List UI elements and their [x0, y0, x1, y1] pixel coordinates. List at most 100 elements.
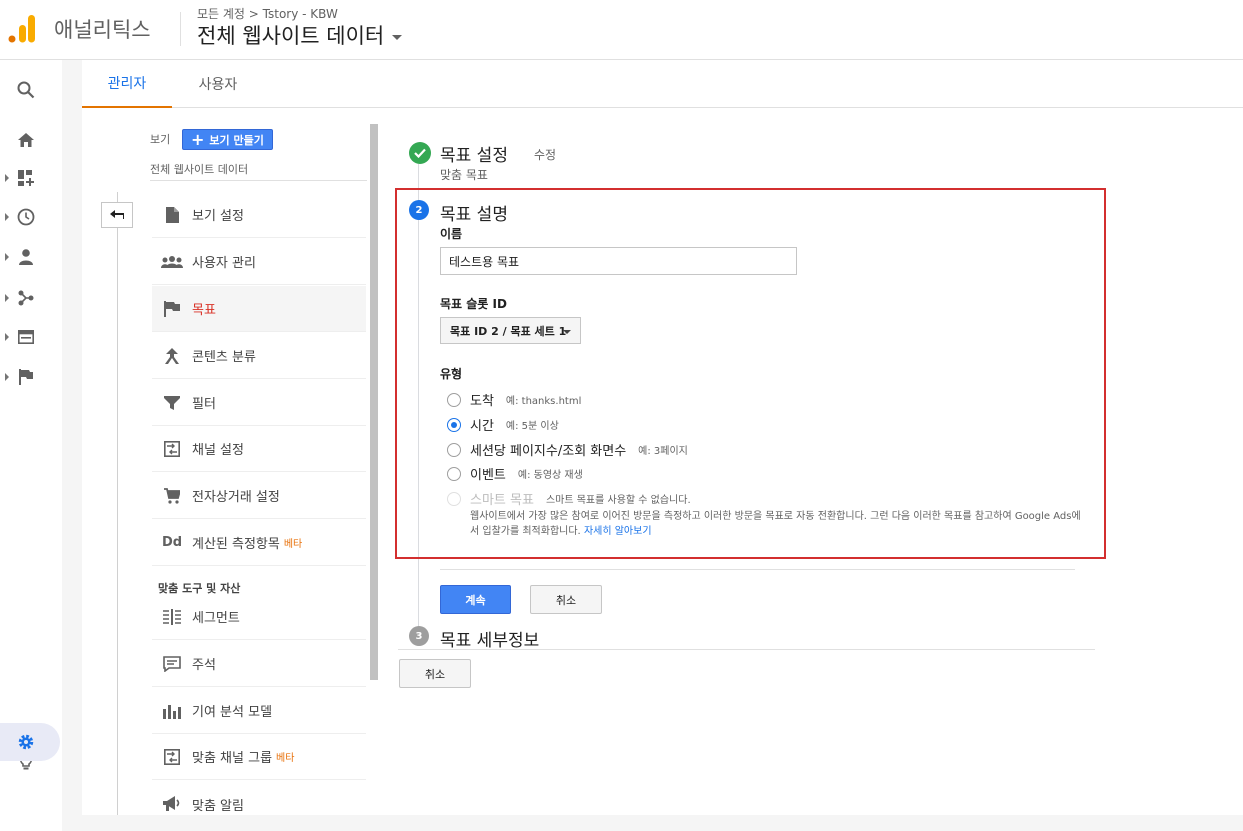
- dd-icon: Dd: [161, 535, 183, 550]
- segments-icon: [152, 608, 192, 625]
- menu-item-custom-channel-groups[interactable]: 맞춤 채널 그룹 베타: [152, 734, 366, 780]
- view-name[interactable]: 전체 웹사이트 데이터: [150, 161, 248, 177]
- menu-item-segments[interactable]: 세그먼트: [152, 594, 366, 640]
- step-cancel-button[interactable]: 취소: [530, 585, 602, 614]
- goal-slot-value: 목표 ID 2 / 목표 세트 1: [450, 324, 567, 338]
- step1-title: 목표 설정: [440, 146, 508, 166]
- admin-gear-icon: [17, 733, 35, 755]
- menu-item-label: 콘텐츠 분류: [192, 350, 256, 365]
- menu-item-goals[interactable]: 목표: [152, 286, 366, 332]
- step3-title: 목표 세부정보: [440, 631, 540, 651]
- goal-type-label: 유형: [440, 367, 463, 381]
- header-divider: [180, 12, 181, 46]
- channel-group-icon: [152, 748, 192, 765]
- app-header: 애널리틱스 모든 계정 > Tstory - KBW 전체 웹사이트 데이터: [0, 0, 1243, 60]
- app-name: 애널리틱스: [54, 18, 151, 42]
- view-selector[interactable]: 전체 웹사이트 데이터: [197, 20, 403, 50]
- document-icon: [152, 206, 192, 223]
- acquisition-icon[interactable]: [14, 286, 38, 310]
- people-icon: [152, 255, 192, 268]
- step1-complete-icon: [409, 142, 431, 164]
- goal-type-example: 예: 3페이지: [638, 446, 688, 457]
- behavior-icon[interactable]: [14, 325, 38, 349]
- content-grouping-icon: [152, 347, 192, 364]
- menu-item-label: 보기 설정: [192, 209, 244, 224]
- back-arrow-button[interactable]: [101, 202, 133, 228]
- menu-item-annotations[interactable]: 주석: [152, 641, 366, 687]
- goal-type-label: 도착: [470, 394, 494, 409]
- realtime-icon[interactable]: [14, 205, 38, 229]
- step1-summary: 맞춤 목표: [440, 168, 488, 182]
- goal-type-example: 예: 5분 이상: [505, 421, 559, 432]
- view-title: 전체 웹사이트 데이터: [197, 24, 385, 48]
- menu-item-calculated-metrics[interactable]: Dd 계산된 측정항목 베타: [152, 520, 366, 566]
- create-view-button[interactable]: + 보기 만들기: [182, 129, 273, 150]
- goal-name-input[interactable]: [440, 247, 797, 275]
- smart-goal-description: 웹사이트에서 가장 많은 참여로 이어진 방문을 측정하고 이러한 방문을 목표…: [470, 509, 1082, 539]
- menu-item-channel-settings[interactable]: 채널 설정: [152, 426, 366, 472]
- menu-item-content-grouping[interactable]: 콘텐츠 분류: [152, 333, 366, 379]
- annotation-icon: [152, 655, 192, 672]
- settings-scrollbar[interactable]: [370, 124, 378, 680]
- search-icon[interactable]: [14, 78, 38, 102]
- continue-button[interactable]: 계속: [440, 585, 511, 614]
- admin-tabs: 관리자 사용자: [82, 60, 1243, 108]
- goal-type-pages-per-session[interactable]: 세션당 페이지수/조회 화면수 예: 3페이지: [447, 440, 688, 459]
- tab-user[interactable]: 사용자: [178, 60, 258, 108]
- menu-item-label: 맞춤 채널 그룹: [192, 751, 273, 766]
- analytics-logo-icon[interactable]: [8, 14, 36, 44]
- goal-type-destination[interactable]: 도착 예: thanks.html: [447, 390, 581, 409]
- goal-type-smart: 스마트 목표 스마트 목표를 사용할 수 없습니다.: [447, 489, 691, 508]
- menu-item-label: 전자상거래 설정: [192, 490, 280, 505]
- chevron-down-icon: [563, 330, 571, 334]
- goal-type-example: 스마트 목표를 사용할 수 없습니다.: [545, 495, 691, 506]
- step1-edit-link[interactable]: 수정: [534, 146, 556, 163]
- menu-item-custom-alerts[interactable]: 맞춤 알림: [152, 781, 366, 827]
- channel-icon: [152, 440, 192, 457]
- menu-item-user-management[interactable]: 사용자 관리: [152, 239, 366, 285]
- menu-item-ecommerce-settings[interactable]: 전자상거래 설정: [152, 473, 366, 519]
- conversions-icon[interactable]: [14, 365, 38, 389]
- radio-button[interactable]: [447, 442, 461, 457]
- menu-item-view-settings[interactable]: 보기 설정: [152, 192, 366, 238]
- chevron-down-icon: [392, 34, 403, 40]
- radio-button-checked[interactable]: [447, 417, 461, 432]
- step2-title: 목표 설명: [440, 205, 508, 225]
- radio-button[interactable]: [447, 392, 461, 407]
- create-view-label: 보기 만들기: [209, 133, 264, 147]
- cancel-button[interactable]: 취소: [399, 659, 471, 688]
- goal-slot-label: 목표 슬롯 ID: [440, 297, 507, 311]
- radio-button[interactable]: [447, 466, 461, 481]
- goal-type-example: 예: thanks.html: [505, 396, 582, 407]
- audience-icon[interactable]: [14, 245, 38, 269]
- goal-type-label: 세션당 페이지수/조회 화면수: [470, 444, 627, 459]
- beta-badge: 베타: [276, 753, 295, 764]
- learn-more-link[interactable]: 자세히 알아보기: [584, 526, 652, 537]
- home-icon[interactable]: [14, 128, 38, 152]
- menu-item-filters[interactable]: 필터: [152, 380, 366, 426]
- admin-nav-item[interactable]: [0, 723, 60, 761]
- menu-item-label: 목표: [192, 303, 216, 318]
- view-divider: [150, 180, 367, 181]
- step3-number: 3: [409, 626, 429, 646]
- view-column-label: 보기: [150, 133, 171, 146]
- left-nav-rail: [0, 60, 62, 831]
- step2-number: 2: [409, 200, 429, 220]
- flag-icon: [152, 300, 192, 317]
- goal-type-event[interactable]: 이벤트 예: 동영상 재생: [447, 464, 583, 483]
- smart-goal-description-text: 웹사이트에서 가장 많은 참여로 이어진 방문을 측정하고 이러한 방문을 목표…: [470, 511, 1081, 537]
- filter-icon: [152, 395, 192, 410]
- menu-item-label: 사용자 관리: [192, 256, 256, 271]
- goal-type-example: 예: 동영상 재생: [517, 470, 583, 481]
- goal-slot-select[interactable]: 목표 ID 2 / 목표 세트 1: [440, 317, 581, 344]
- menu-item-label: 채널 설정: [192, 443, 244, 458]
- beta-badge: 베타: [283, 539, 303, 550]
- megaphone-icon: [152, 796, 192, 812]
- goal-type-duration[interactable]: 시간 예: 5분 이상: [447, 415, 559, 434]
- customization-icon[interactable]: [14, 166, 38, 190]
- tab-admin[interactable]: 관리자: [82, 60, 172, 108]
- cart-icon: [152, 487, 192, 504]
- step2-divider: [440, 569, 1075, 570]
- menu-item-label: 기여 분석 모델: [192, 705, 273, 720]
- menu-item-attribution-models[interactable]: 기여 분석 모델: [152, 688, 366, 734]
